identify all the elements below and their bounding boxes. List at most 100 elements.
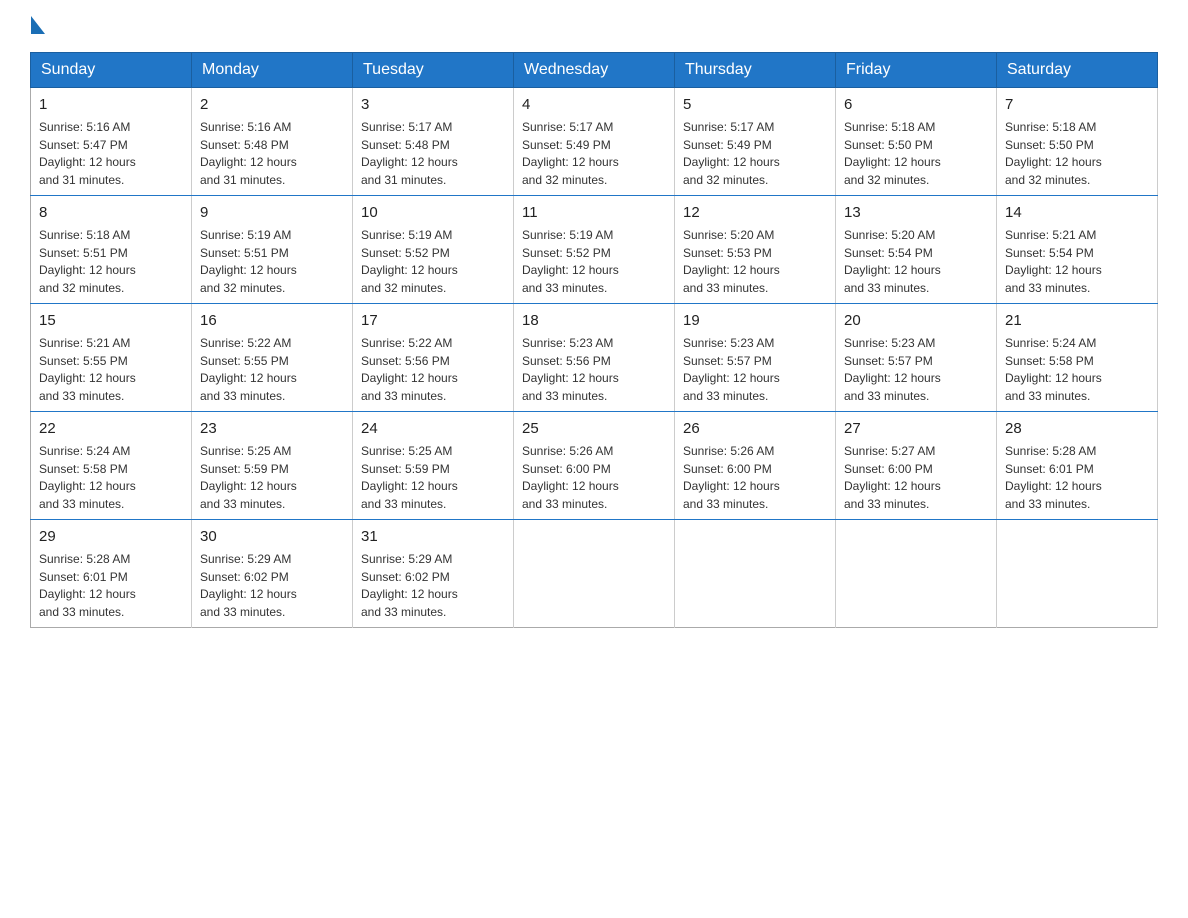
day-number: 6 [844, 94, 988, 115]
day-info: Sunrise: 5:17 AMSunset: 5:49 PMDaylight:… [683, 120, 780, 187]
calendar-cell: 29 Sunrise: 5:28 AMSunset: 6:01 PMDaylig… [31, 520, 192, 628]
calendar-week-1: 1 Sunrise: 5:16 AMSunset: 5:47 PMDayligh… [31, 88, 1158, 196]
day-number: 19 [683, 310, 827, 331]
calendar-cell: 5 Sunrise: 5:17 AMSunset: 5:49 PMDayligh… [675, 88, 836, 196]
day-info: Sunrise: 5:16 AMSunset: 5:47 PMDaylight:… [39, 120, 136, 187]
day-number: 12 [683, 202, 827, 223]
calendar-cell: 26 Sunrise: 5:26 AMSunset: 6:00 PMDaylig… [675, 412, 836, 520]
day-info: Sunrise: 5:26 AMSunset: 6:00 PMDaylight:… [522, 444, 619, 511]
day-number: 25 [522, 418, 666, 439]
day-number: 8 [39, 202, 183, 223]
calendar-header-thursday: Thursday [675, 53, 836, 88]
calendar-cell: 30 Sunrise: 5:29 AMSunset: 6:02 PMDaylig… [192, 520, 353, 628]
day-number: 1 [39, 94, 183, 115]
day-number: 29 [39, 526, 183, 547]
calendar-cell: 3 Sunrise: 5:17 AMSunset: 5:48 PMDayligh… [353, 88, 514, 196]
day-info: Sunrise: 5:20 AMSunset: 5:54 PMDaylight:… [844, 228, 941, 295]
day-number: 15 [39, 310, 183, 331]
day-info: Sunrise: 5:25 AMSunset: 5:59 PMDaylight:… [200, 444, 297, 511]
calendar-cell: 1 Sunrise: 5:16 AMSunset: 5:47 PMDayligh… [31, 88, 192, 196]
calendar-cell: 13 Sunrise: 5:20 AMSunset: 5:54 PMDaylig… [836, 196, 997, 304]
calendar-cell: 14 Sunrise: 5:21 AMSunset: 5:54 PMDaylig… [997, 196, 1158, 304]
calendar-header-monday: Monday [192, 53, 353, 88]
day-info: Sunrise: 5:19 AMSunset: 5:51 PMDaylight:… [200, 228, 297, 295]
calendar-header-row: SundayMondayTuesdayWednesdayThursdayFrid… [31, 53, 1158, 88]
day-number: 17 [361, 310, 505, 331]
calendar-cell: 18 Sunrise: 5:23 AMSunset: 5:56 PMDaylig… [514, 304, 675, 412]
day-info: Sunrise: 5:25 AMSunset: 5:59 PMDaylight:… [361, 444, 458, 511]
day-number: 4 [522, 94, 666, 115]
calendar-cell: 8 Sunrise: 5:18 AMSunset: 5:51 PMDayligh… [31, 196, 192, 304]
day-number: 24 [361, 418, 505, 439]
day-info: Sunrise: 5:18 AMSunset: 5:51 PMDaylight:… [39, 228, 136, 295]
day-info: Sunrise: 5:22 AMSunset: 5:56 PMDaylight:… [361, 336, 458, 403]
day-number: 28 [1005, 418, 1149, 439]
calendar-cell: 16 Sunrise: 5:22 AMSunset: 5:55 PMDaylig… [192, 304, 353, 412]
day-info: Sunrise: 5:26 AMSunset: 6:00 PMDaylight:… [683, 444, 780, 511]
calendar-cell [836, 520, 997, 628]
day-number: 22 [39, 418, 183, 439]
calendar-cell: 17 Sunrise: 5:22 AMSunset: 5:56 PMDaylig… [353, 304, 514, 412]
day-number: 14 [1005, 202, 1149, 223]
calendar-cell: 28 Sunrise: 5:28 AMSunset: 6:01 PMDaylig… [997, 412, 1158, 520]
day-info: Sunrise: 5:23 AMSunset: 5:57 PMDaylight:… [844, 336, 941, 403]
calendar-cell [514, 520, 675, 628]
calendar-cell: 19 Sunrise: 5:23 AMSunset: 5:57 PMDaylig… [675, 304, 836, 412]
calendar-cell: 7 Sunrise: 5:18 AMSunset: 5:50 PMDayligh… [997, 88, 1158, 196]
calendar-cell: 24 Sunrise: 5:25 AMSunset: 5:59 PMDaylig… [353, 412, 514, 520]
day-info: Sunrise: 5:29 AMSunset: 6:02 PMDaylight:… [200, 552, 297, 619]
calendar-header-tuesday: Tuesday [353, 53, 514, 88]
day-info: Sunrise: 5:16 AMSunset: 5:48 PMDaylight:… [200, 120, 297, 187]
day-number: 5 [683, 94, 827, 115]
day-info: Sunrise: 5:28 AMSunset: 6:01 PMDaylight:… [39, 552, 136, 619]
day-number: 21 [1005, 310, 1149, 331]
day-number: 26 [683, 418, 827, 439]
day-number: 10 [361, 202, 505, 223]
logo-arrow-icon [31, 16, 45, 34]
day-info: Sunrise: 5:29 AMSunset: 6:02 PMDaylight:… [361, 552, 458, 619]
day-number: 27 [844, 418, 988, 439]
calendar-header-saturday: Saturday [997, 53, 1158, 88]
day-number: 11 [522, 202, 666, 223]
day-number: 2 [200, 94, 344, 115]
calendar-cell: 31 Sunrise: 5:29 AMSunset: 6:02 PMDaylig… [353, 520, 514, 628]
day-number: 31 [361, 526, 505, 547]
calendar-cell: 23 Sunrise: 5:25 AMSunset: 5:59 PMDaylig… [192, 412, 353, 520]
day-info: Sunrise: 5:21 AMSunset: 5:55 PMDaylight:… [39, 336, 136, 403]
day-info: Sunrise: 5:20 AMSunset: 5:53 PMDaylight:… [683, 228, 780, 295]
day-number: 30 [200, 526, 344, 547]
day-info: Sunrise: 5:21 AMSunset: 5:54 PMDaylight:… [1005, 228, 1102, 295]
calendar-week-4: 22 Sunrise: 5:24 AMSunset: 5:58 PMDaylig… [31, 412, 1158, 520]
calendar-cell: 6 Sunrise: 5:18 AMSunset: 5:50 PMDayligh… [836, 88, 997, 196]
calendar-week-3: 15 Sunrise: 5:21 AMSunset: 5:55 PMDaylig… [31, 304, 1158, 412]
day-info: Sunrise: 5:27 AMSunset: 6:00 PMDaylight:… [844, 444, 941, 511]
day-info: Sunrise: 5:19 AMSunset: 5:52 PMDaylight:… [361, 228, 458, 295]
day-number: 18 [522, 310, 666, 331]
calendar-cell: 20 Sunrise: 5:23 AMSunset: 5:57 PMDaylig… [836, 304, 997, 412]
day-info: Sunrise: 5:19 AMSunset: 5:52 PMDaylight:… [522, 228, 619, 295]
calendar-header-sunday: Sunday [31, 53, 192, 88]
calendar-cell: 25 Sunrise: 5:26 AMSunset: 6:00 PMDaylig… [514, 412, 675, 520]
day-info: Sunrise: 5:23 AMSunset: 5:56 PMDaylight:… [522, 336, 619, 403]
calendar-cell: 4 Sunrise: 5:17 AMSunset: 5:49 PMDayligh… [514, 88, 675, 196]
logo [30, 20, 45, 32]
calendar-table: SundayMondayTuesdayWednesdayThursdayFrid… [30, 52, 1158, 628]
calendar-cell: 12 Sunrise: 5:20 AMSunset: 5:53 PMDaylig… [675, 196, 836, 304]
day-info: Sunrise: 5:17 AMSunset: 5:49 PMDaylight:… [522, 120, 619, 187]
day-info: Sunrise: 5:17 AMSunset: 5:48 PMDaylight:… [361, 120, 458, 187]
day-info: Sunrise: 5:23 AMSunset: 5:57 PMDaylight:… [683, 336, 780, 403]
day-info: Sunrise: 5:28 AMSunset: 6:01 PMDaylight:… [1005, 444, 1102, 511]
calendar-cell: 2 Sunrise: 5:16 AMSunset: 5:48 PMDayligh… [192, 88, 353, 196]
day-number: 9 [200, 202, 344, 223]
calendar-header-friday: Friday [836, 53, 997, 88]
calendar-cell: 27 Sunrise: 5:27 AMSunset: 6:00 PMDaylig… [836, 412, 997, 520]
day-number: 20 [844, 310, 988, 331]
calendar-week-2: 8 Sunrise: 5:18 AMSunset: 5:51 PMDayligh… [31, 196, 1158, 304]
calendar-cell [997, 520, 1158, 628]
calendar-header-wednesday: Wednesday [514, 53, 675, 88]
day-info: Sunrise: 5:22 AMSunset: 5:55 PMDaylight:… [200, 336, 297, 403]
day-number: 3 [361, 94, 505, 115]
calendar-cell: 15 Sunrise: 5:21 AMSunset: 5:55 PMDaylig… [31, 304, 192, 412]
day-number: 7 [1005, 94, 1149, 115]
calendar-cell: 9 Sunrise: 5:19 AMSunset: 5:51 PMDayligh… [192, 196, 353, 304]
